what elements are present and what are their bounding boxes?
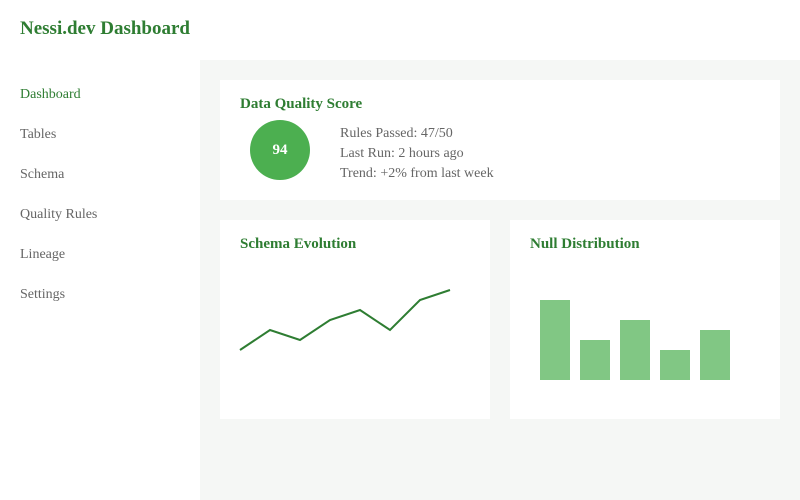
null-distribution-chart [540, 300, 730, 380]
null-distribution-card: Null Distribution [510, 220, 780, 419]
null-distribution-bar-4 [660, 350, 690, 380]
main-content: Data Quality Score 94 Rules Passed: 47/5… [200, 60, 800, 500]
top-header: Nessi.dev Dashboard [0, 0, 800, 60]
sidebar: Dashboard Tables Schema Quality Rules Li… [0, 60, 200, 500]
null-distribution-bar-2 [580, 340, 610, 380]
quality-score-badge: 94 [250, 120, 310, 180]
data-quality-title: Data Quality Score [240, 96, 363, 112]
null-distribution-bar-5 [700, 330, 730, 380]
app-title: Nessi.dev Dashboard [20, 18, 190, 39]
rules-passed-text: Rules Passed: 47/50 [340, 126, 453, 141]
null-distribution-bar-3 [620, 320, 650, 380]
sidebar-item-settings[interactable]: Settings [20, 287, 65, 303]
sidebar-item-quality-rules[interactable]: Quality Rules [20, 207, 97, 223]
schema-evolution-line [239, 289, 451, 351]
sidebar-item-dashboard[interactable]: Dashboard [20, 87, 81, 103]
data-quality-card: Data Quality Score 94 Rules Passed: 47/5… [220, 80, 780, 200]
null-distribution-bar-1 [540, 300, 570, 380]
sidebar-item-tables[interactable]: Tables [20, 127, 56, 143]
schema-evolution-chart [239, 289, 451, 351]
schema-evolution-card: Schema Evolution [220, 220, 490, 419]
sidebar-item-schema[interactable]: Schema [20, 167, 64, 183]
sidebar-item-lineage[interactable]: Lineage [20, 247, 65, 263]
trend-text: Trend: +2% from last week [340, 166, 494, 181]
last-run-text: Last Run: 2 hours ago [340, 146, 464, 161]
